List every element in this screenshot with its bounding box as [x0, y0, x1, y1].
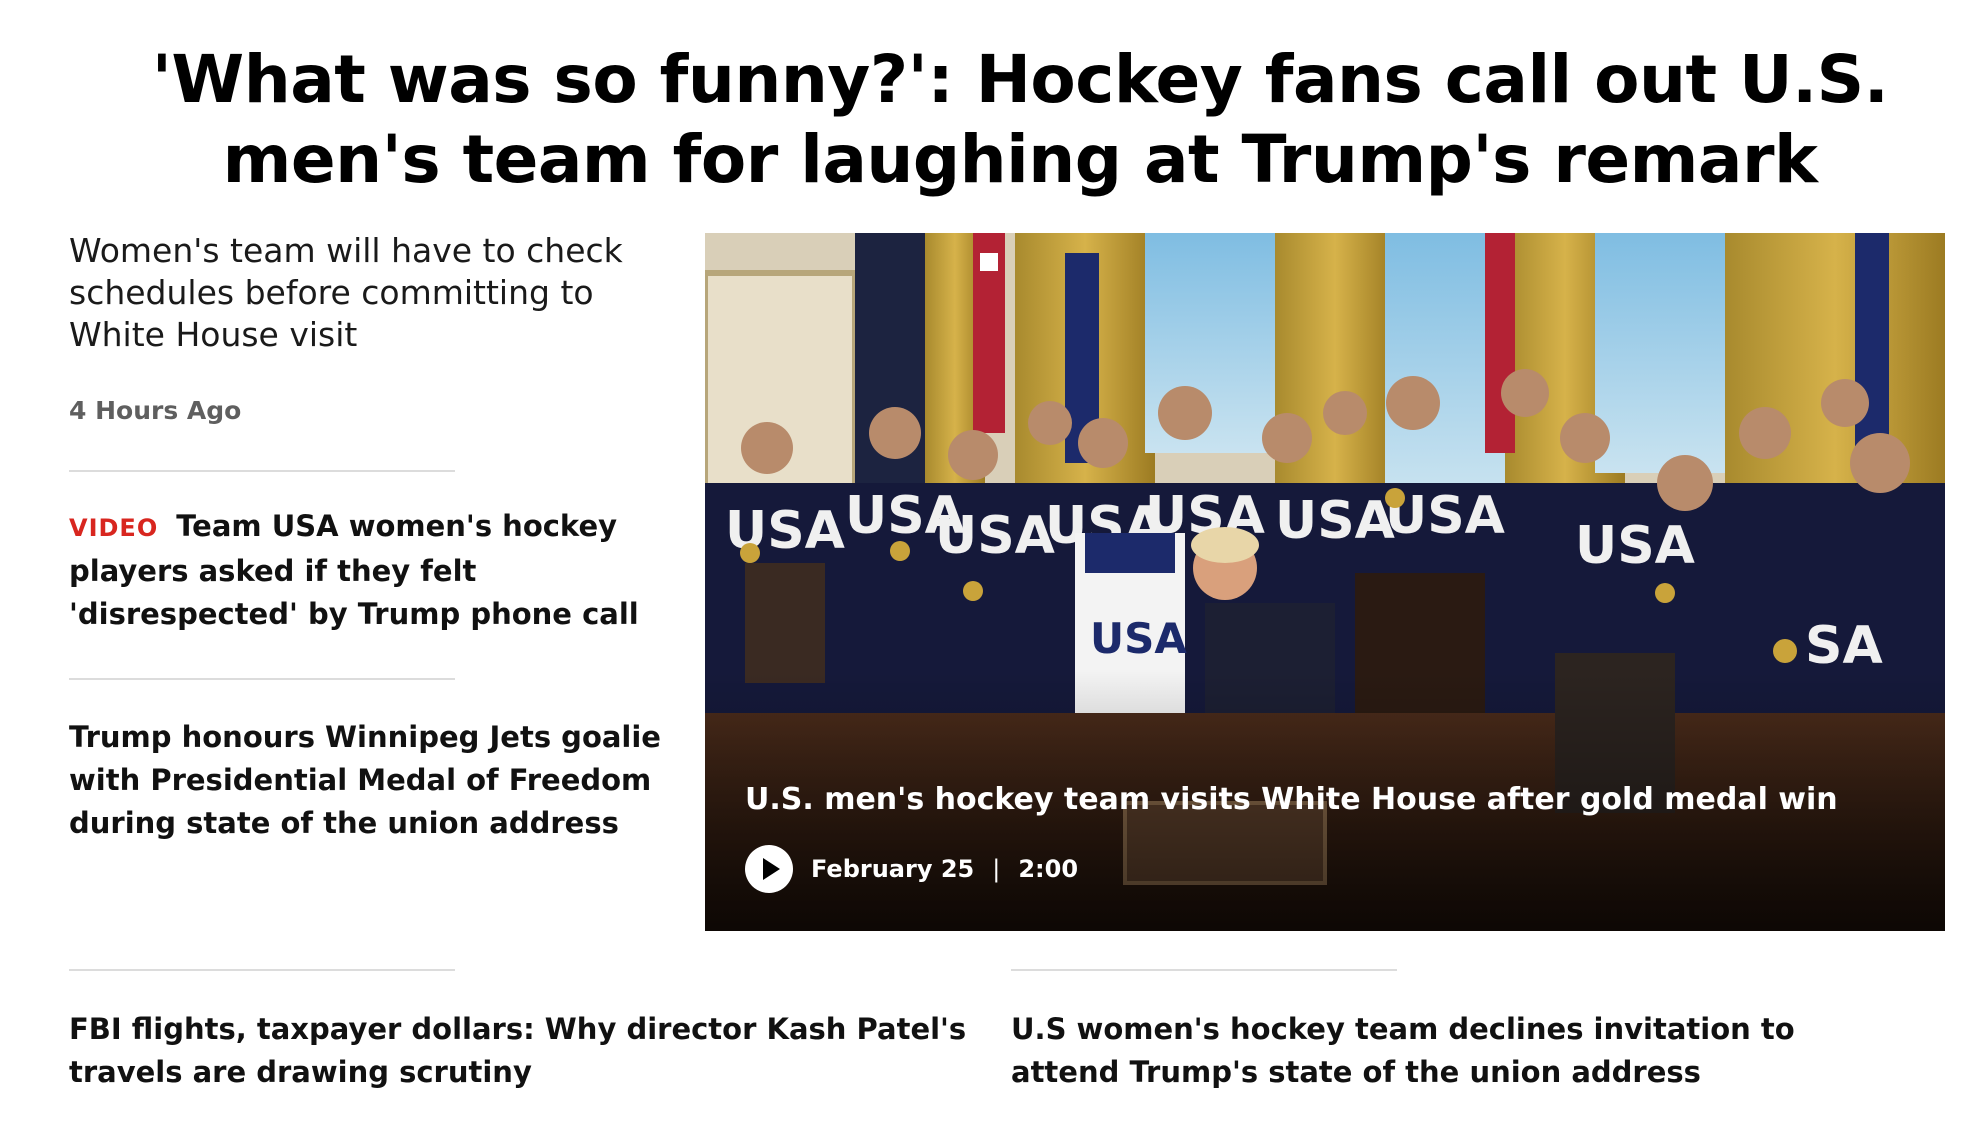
page-title: 'What was so funny?': Hockey fans call o…: [151, 41, 1889, 198]
related-story-video[interactable]: VIDEO Team USA women's hockey players ask…: [69, 505, 649, 636]
video-meta: February 25 | 2:00: [745, 845, 1078, 893]
svg-text:USA: USA: [1275, 491, 1395, 551]
video-date: February 25: [811, 855, 975, 883]
article-deck: Women's team will have to check schedule…: [69, 231, 623, 354]
divider: [69, 678, 455, 680]
svg-text:SA: SA: [1805, 616, 1883, 676]
bottom-story-title: FBI flights, taxpayer dollars: Why direc…: [69, 1012, 967, 1089]
divider: [1011, 969, 1397, 971]
bottom-story-title: U.S women's hockey team declines invitat…: [1011, 1012, 1795, 1089]
hero-video-card[interactable]: USA USA USA USA USA USA USA USA SA USA U.S. me…: [705, 233, 1945, 931]
video-duration: 2:00: [1018, 855, 1079, 883]
related-story-title: Trump honours Winnipeg Jets goalie with …: [69, 720, 661, 840]
svg-text:USA: USA: [935, 506, 1055, 566]
play-icon[interactable]: [745, 845, 793, 893]
meta-separator: |: [992, 855, 1001, 883]
svg-text:USA: USA: [1090, 614, 1187, 663]
bottom-story-fbi[interactable]: FBI flights, taxpayer dollars: Why direc…: [69, 1008, 969, 1094]
related-story-medal[interactable]: Trump honours Winnipeg Jets goalie with …: [69, 716, 669, 845]
divider: [69, 969, 455, 971]
svg-text:USA: USA: [1575, 516, 1695, 576]
divider: [69, 470, 455, 472]
article-timestamp: 4 Hours Ago: [69, 396, 242, 425]
video-tag: VIDEO: [69, 514, 159, 542]
bottom-story-womens-team[interactable]: U.S women's hockey team declines invitat…: [1011, 1008, 1911, 1094]
hero-caption: U.S. men's hockey team visits White Hous…: [745, 782, 1838, 817]
